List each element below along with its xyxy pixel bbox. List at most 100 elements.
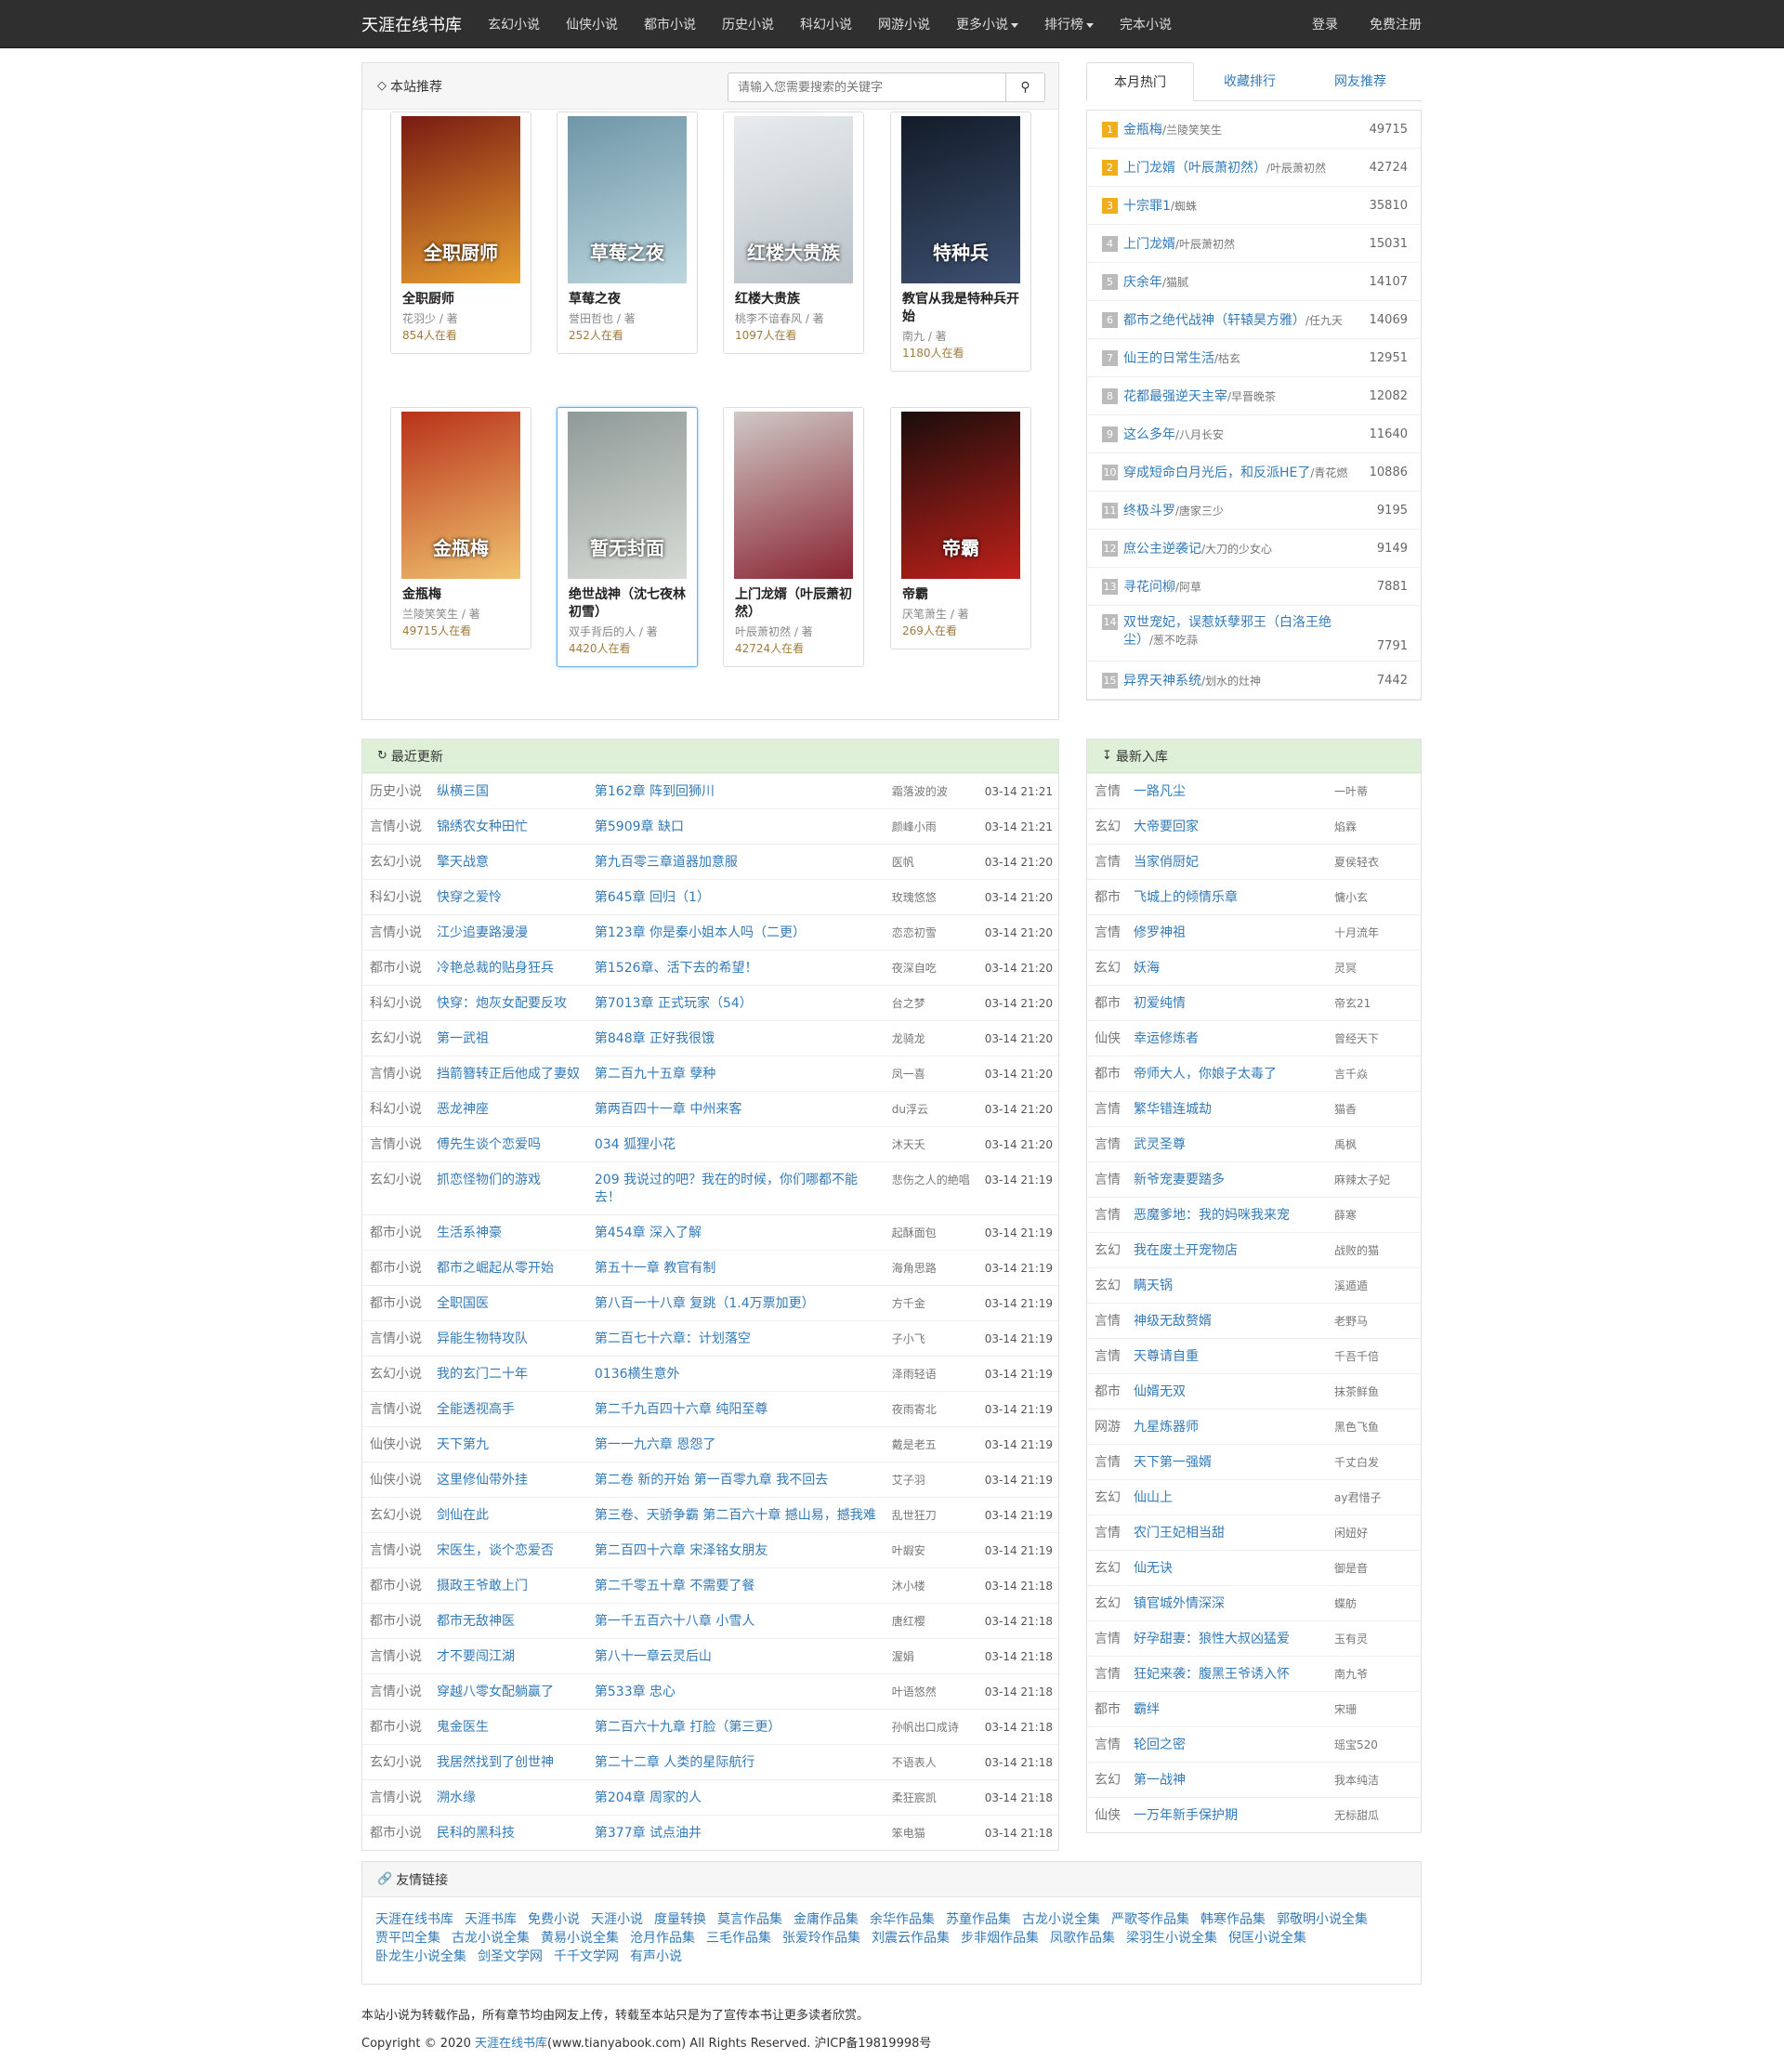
friend-link[interactable]: 千千文学网 <box>554 1947 619 1966</box>
update-chapter-link[interactable]: 第一一九六章 恩怨了 <box>595 1437 715 1452</box>
book-cover[interactable]: 金瓶梅 <box>401 412 520 579</box>
update-chapter-link[interactable]: 第二百七十六章：计划落空 <box>595 1331 751 1346</box>
update-book-link[interactable]: 才不要闯江湖 <box>437 1649 515 1664</box>
update-chapter-link[interactable]: 第1526章、活下去的希望！ <box>595 961 758 976</box>
book-card[interactable]: 特种兵 教官从我是特种兵开始 南九 / 著 1180人在看 <box>890 111 1031 372</box>
friend-link[interactable]: 天涯书库 <box>465 1910 517 1929</box>
update-chapter-link[interactable]: 第204章 周家的人 <box>595 1790 702 1805</box>
update-book-link[interactable]: 全职国医 <box>437 1296 489 1311</box>
update-book-link[interactable]: 摄政王爷敢上门 <box>437 1579 528 1593</box>
newbook-book-link[interactable]: 九星炼器师 <box>1134 1420 1199 1435</box>
friend-link[interactable]: 度量转换 <box>654 1910 706 1929</box>
update-chapter-link[interactable]: 第二千零五十章 不需要了餐 <box>595 1579 754 1593</box>
newbook-book-link[interactable]: 初爱纯情 <box>1134 996 1186 1011</box>
tab-monthly-hot[interactable]: 本月热门 <box>1086 62 1194 101</box>
book-title[interactable]: 绝世战神（沈七夜林初雪） <box>569 586 686 622</box>
book-cover[interactable]: 暂无封面 <box>568 412 687 579</box>
update-book-link[interactable]: 抓恋怪物们的游戏 <box>437 1173 541 1187</box>
rank-book-link[interactable]: 金瓶梅 <box>1123 123 1162 138</box>
tab-favorites[interactable]: 收藏排行 <box>1196 62 1304 101</box>
book-card[interactable]: 草莓之夜 草莓之夜 誉田哲也 / 著 252人在看 <box>557 111 698 354</box>
book-title[interactable]: 金瓶梅 <box>402 586 519 604</box>
update-chapter-link[interactable]: 第5909章 缺口 <box>595 820 684 834</box>
newbook-book-link[interactable]: 恶魔爹地：我的妈咪我来宠 <box>1134 1208 1290 1223</box>
update-book-link[interactable]: 冷艳总裁的贴身狂兵 <box>437 961 554 976</box>
book-card[interactable]: 暂无封面 绝世战神（沈七夜林初雪） 双手背后的人 / 著 4420人在看 <box>557 407 698 667</box>
newbook-book-link[interactable]: 轮回之密 <box>1134 1738 1186 1752</box>
update-book-link[interactable]: 我的玄门二十年 <box>437 1367 528 1382</box>
newbook-book-link[interactable]: 大帝要回家 <box>1134 820 1199 834</box>
update-chapter-link[interactable]: 第二百四十六章 宋泽铭女朋友 <box>595 1543 767 1558</box>
friend-link[interactable]: 余华作品集 <box>870 1910 935 1929</box>
book-title[interactable]: 帝霸 <box>902 586 1019 604</box>
nav-finished[interactable]: 完本小说 <box>1120 15 1172 33</box>
newbook-book-link[interactable]: 我在废土开宠物店 <box>1134 1243 1238 1258</box>
update-chapter-link[interactable]: 第八十一章云灵后山 <box>595 1649 712 1664</box>
nav-rank-dropdown[interactable]: 排行榜 <box>1044 15 1094 33</box>
book-title[interactable]: 草莓之夜 <box>569 291 686 308</box>
tab-user-picks[interactable]: 网友推荐 <box>1306 62 1414 101</box>
friend-link[interactable]: 刘震云作品集 <box>872 1929 950 1947</box>
update-book-link[interactable]: 民科的黑科技 <box>437 1826 515 1841</box>
newbook-book-link[interactable]: 仙山上 <box>1134 1490 1173 1505</box>
nav-xuanhuan[interactable]: 玄幻小说 <box>488 15 540 33</box>
newbook-book-link[interactable]: 一万年新手保护期 <box>1134 1808 1238 1823</box>
update-chapter-link[interactable]: 第五十一章 教官有制 <box>595 1261 715 1276</box>
book-cover[interactable]: 红楼大贵族 <box>734 116 853 283</box>
update-book-link[interactable]: 恶龙神座 <box>437 1102 489 1117</box>
friend-link[interactable]: 倪匡小说全集 <box>1228 1929 1306 1947</box>
rank-book-link[interactable]: 庶公主逆袭记 <box>1123 542 1201 557</box>
rank-book-link[interactable]: 异界天神系统 <box>1123 674 1201 688</box>
search-button[interactable]: ⚲ <box>1006 72 1045 102</box>
update-chapter-link[interactable]: 第二百九十五章 孽种 <box>595 1067 715 1082</box>
friend-link[interactable]: 郭敬明小说全集 <box>1277 1910 1368 1929</box>
newbook-book-link[interactable]: 好孕甜妻：狼性大叔凶猛爱 <box>1134 1632 1290 1646</box>
friend-link[interactable]: 韩寒作品集 <box>1200 1910 1266 1929</box>
update-chapter-link[interactable]: 第454章 深入了解 <box>595 1226 702 1240</box>
newbook-book-link[interactable]: 第一战神 <box>1134 1773 1186 1788</box>
friend-link[interactable]: 免费小说 <box>528 1910 580 1929</box>
newbook-book-link[interactable]: 狂妃来袭：腹黑王爷诱入怀 <box>1134 1667 1290 1682</box>
update-book-link[interactable]: 纵横三国 <box>437 784 489 799</box>
update-book-link[interactable]: 锦绣农女种田忙 <box>437 820 528 834</box>
newbook-book-link[interactable]: 帝师大人，你娘子太毒了 <box>1134 1067 1277 1082</box>
newbook-book-link[interactable]: 天下第一强婿 <box>1134 1455 1212 1470</box>
book-card[interactable]: 帝霸 帝霸 厌笔萧生 / 著 269人在看 <box>890 407 1031 649</box>
rank-book-link[interactable]: 终极斗罗 <box>1123 504 1175 518</box>
newbook-book-link[interactable]: 飞城上的倾情乐章 <box>1134 890 1238 905</box>
newbook-book-link[interactable]: 新爷宠妻要踏多 <box>1134 1173 1225 1187</box>
update-chapter-link[interactable]: 第123章 你是秦小姐本人吗（二更） <box>595 925 806 940</box>
friend-link[interactable]: 有声小说 <box>630 1947 682 1966</box>
update-chapter-link[interactable]: 第162章 阵到回狮川 <box>595 784 715 799</box>
book-cover[interactable]: 特种兵 <box>901 116 1020 283</box>
rank-book-link[interactable]: 上门龙婿 <box>1123 237 1175 252</box>
friend-link[interactable]: 凤歌作品集 <box>1050 1929 1115 1947</box>
friend-link[interactable]: 古龙小说全集 <box>452 1929 530 1947</box>
update-book-link[interactable]: 我居然找到了创世神 <box>437 1755 554 1770</box>
book-card[interactable]: 全职厨师 全职厨师 花羽少 / 著 854人在看 <box>390 111 531 354</box>
book-cover[interactable] <box>734 412 853 579</box>
site-brand[interactable]: 天涯在线书库 <box>361 12 462 36</box>
rank-book-link[interactable]: 都市之绝代战神（轩辕昊方雅） <box>1123 313 1305 328</box>
update-chapter-link[interactable]: 034 狐狸小花 <box>595 1137 676 1152</box>
update-chapter-link[interactable]: 第848章 正好我很饿 <box>595 1031 715 1046</box>
update-chapter-link[interactable]: 第八百一十八章 复跳（1.4万票加更） <box>595 1296 815 1311</box>
friend-link[interactable]: 张爱玲作品集 <box>782 1929 860 1947</box>
rank-book-link[interactable]: 花都最强逆天主宰 <box>1123 389 1227 404</box>
update-book-link[interactable]: 宋医生，谈个恋爱否 <box>437 1543 554 1558</box>
book-title[interactable]: 教官从我是特种兵开始 <box>902 291 1019 326</box>
rank-book-link[interactable]: 寻花问柳 <box>1123 580 1175 595</box>
search-input[interactable] <box>728 72 1006 102</box>
friend-link[interactable]: 沧月作品集 <box>630 1929 695 1947</box>
book-title[interactable]: 上门龙婿（叶辰萧初然） <box>735 586 852 622</box>
newbook-book-link[interactable]: 瞒天锅 <box>1134 1279 1173 1293</box>
newbook-book-link[interactable]: 神级无敌赘婿 <box>1134 1314 1212 1329</box>
nav-lishi[interactable]: 历史小说 <box>722 15 774 33</box>
newbook-book-link[interactable]: 仙婿无双 <box>1134 1384 1186 1399</box>
rank-book-link[interactable]: 这么多年 <box>1123 427 1175 442</box>
update-book-link[interactable]: 擎天战意 <box>437 855 489 870</box>
friend-link[interactable]: 天涯小说 <box>591 1910 643 1929</box>
update-book-link[interactable]: 江少追妻路漫漫 <box>437 925 528 940</box>
nav-xianxia[interactable]: 仙侠小说 <box>566 15 618 33</box>
nav-dushi[interactable]: 都市小说 <box>644 15 696 33</box>
